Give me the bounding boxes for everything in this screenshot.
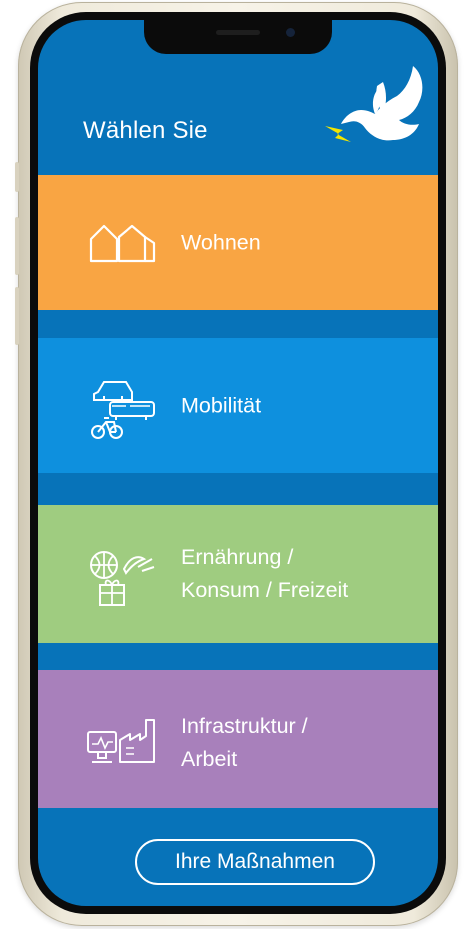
app-screen: Wählen Sie Wohnen Mobilität Ernährung / … (38, 20, 438, 906)
notch (144, 20, 332, 54)
volume-down-button (15, 287, 19, 345)
vehicles-icon (91, 381, 155, 439)
dove-icon (325, 66, 423, 142)
houses-icon (89, 224, 156, 263)
tile-ernaehrung-konsum-freizeit[interactable]: Ernährung / Konsum / Freizeit (38, 505, 438, 643)
page-title: Wählen Sie (83, 117, 208, 144)
volume-up-button (15, 217, 19, 275)
tile-infrastruktur-arbeit[interactable]: Infrastruktur / Arbeit (38, 670, 438, 808)
tile-mobilitaet[interactable]: Mobilität (38, 338, 438, 473)
tile-label: Wohnen (181, 230, 261, 254)
tile-label: Ernährung / Konsum / Freizeit (181, 545, 349, 602)
ihre-massnahmen-button[interactable]: Ihre Maßnahmen (135, 839, 375, 885)
mute-switch (15, 162, 19, 192)
tile-label: Mobilität (181, 393, 262, 417)
tile-label: Infrastruktur / Arbeit (181, 714, 308, 771)
front-camera (286, 28, 295, 37)
food-leisure-icon (90, 551, 155, 606)
tile-wohnen[interactable]: Wohnen (38, 175, 438, 310)
computer-factory-icon (87, 719, 155, 763)
speaker-grille (216, 30, 260, 35)
